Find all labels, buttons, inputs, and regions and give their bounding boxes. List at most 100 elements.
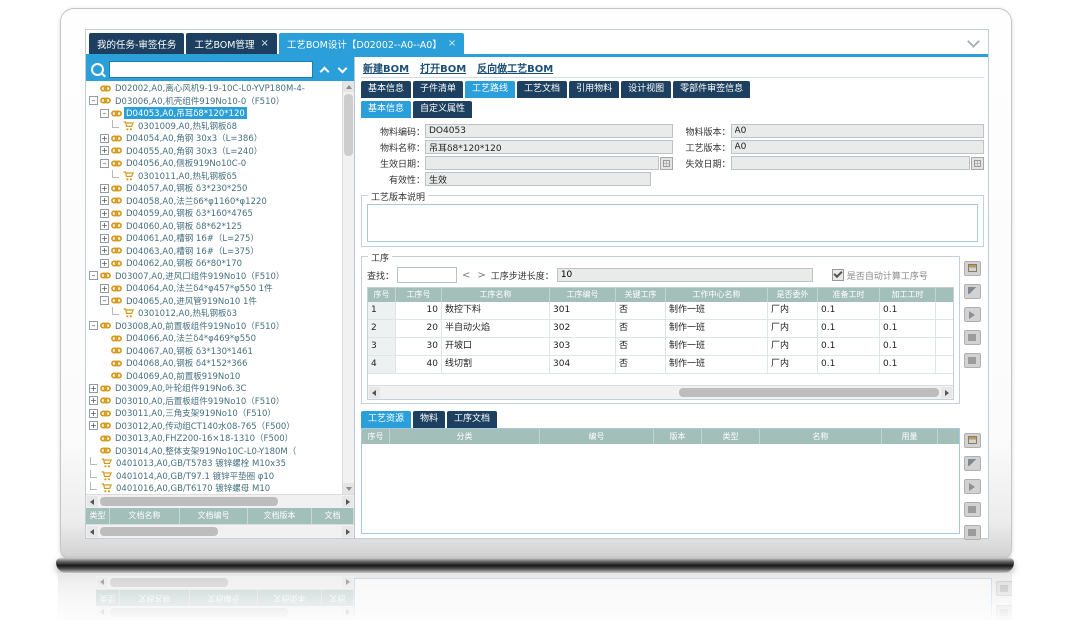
grid-icon[interactable] (964, 433, 981, 448)
expander-icon[interactable]: – (100, 109, 109, 118)
tree-item[interactable]: –D04053,A0,吊耳δ8*120*120 (86, 107, 342, 120)
tree-item[interactable]: 0401016,A0,GB/T6170 镀锌螺母 M10 (86, 482, 342, 494)
tree-item[interactable]: +D03011,A0,三角支架919No10（F510） (86, 407, 342, 420)
version-note-textarea[interactable] (367, 204, 978, 242)
expander-icon[interactable]: + (100, 134, 109, 143)
tree-item[interactable]: D04067,A0,钢板 δ3*130*1461 (86, 345, 342, 358)
step-length-input[interactable] (557, 268, 813, 282)
square-icon[interactable] (964, 525, 981, 540)
tab[interactable]: 设计视图 (621, 81, 671, 98)
tree-horizontal-scrollbar[interactable] (86, 494, 354, 508)
square-icon[interactable] (964, 353, 981, 368)
tree-item[interactable]: +D04054,A0,角钢 30x3（L=386） (86, 132, 342, 145)
expander-icon[interactable]: + (89, 384, 98, 393)
window-tab[interactable]: 我的任务-审签任务 (89, 33, 184, 54)
tree-item[interactable]: +D04063,A0,槽钢 16#（L=375） (86, 245, 342, 258)
tree-item[interactable]: D03013,A0,FHZ200-16×18-1310（F500） (86, 432, 342, 445)
scroll-right-icon[interactable] (941, 387, 952, 398)
tree-item[interactable]: +D03012,A0,传动组CT140水08-765（F500） (86, 420, 342, 433)
tree-item[interactable]: 0301012,A0,热轧钢板δ3 (86, 307, 342, 320)
tree-item[interactable]: D04068,A0,钢板 δ4*152*366 (86, 357, 342, 370)
tree-item[interactable]: +D04060,A0,钢板 δ8*62*125 (86, 220, 342, 233)
material-name-field[interactable] (425, 140, 673, 154)
validity-field[interactable] (425, 172, 651, 186)
expander-icon[interactable]: + (100, 259, 109, 268)
tab[interactable]: 引用物料 (569, 81, 619, 98)
tab[interactable]: 工序文档 (447, 411, 497, 428)
close-icon[interactable]: × (260, 39, 268, 49)
bom-link[interactable]: 新建BOM (363, 60, 409, 75)
tree-item[interactable]: +D04055,A0,角钢 30x3（L=240） (86, 145, 342, 158)
process-version-field[interactable] (731, 140, 985, 154)
tree-search-input[interactable] (109, 61, 313, 78)
tree-vertical-scrollbar[interactable] (342, 81, 354, 494)
expander-icon[interactable]: + (89, 409, 98, 418)
tree-item[interactable]: 0301009,A0,热轧钢板δ8 (86, 120, 342, 133)
calendar-icon[interactable] (971, 157, 984, 170)
tree-item[interactable]: –D03006,A0,机壳组件919No10-0（F510） (86, 95, 342, 108)
doc-horizontal-scrollbar[interactable] (86, 524, 354, 538)
scroll-right-icon[interactable] (342, 526, 353, 537)
expander-icon[interactable]: + (100, 221, 109, 230)
tree-item[interactable]: 0301011,A0,热轧钢板δ5 (86, 170, 342, 183)
expander-icon[interactable]: + (100, 234, 109, 243)
scrollbar-thumb[interactable] (679, 388, 939, 397)
triangle-icon[interactable] (964, 307, 981, 322)
close-icon[interactable]: × (448, 39, 456, 49)
grid-icon[interactable] (964, 261, 981, 276)
expander-icon[interactable]: – (89, 271, 98, 280)
bom-link[interactable]: 反向做工艺BOM (477, 60, 553, 75)
square-icon[interactable] (964, 502, 981, 517)
square-icon[interactable] (964, 330, 981, 345)
tree-item[interactable]: +D04058,A0,法兰δ6*φ1160*φ1220 (86, 195, 342, 208)
find-prev-icon[interactable]: < (460, 270, 472, 281)
auto-calc-checkbox[interactable] (832, 269, 844, 281)
expander-icon[interactable]: + (100, 184, 109, 193)
material-version-field[interactable] (731, 124, 985, 138)
tab[interactable]: 零部件审签信息 (673, 81, 750, 98)
scrollbar-thumb[interactable] (100, 497, 278, 506)
scroll-down-icon[interactable] (343, 483, 354, 494)
scroll-up-icon[interactable] (343, 81, 354, 92)
search-next-icon[interactable] (336, 63, 349, 76)
window-tab[interactable]: 工艺BOM设计【D02002--A0--A0】× (279, 33, 464, 54)
expander-icon[interactable]: + (100, 146, 109, 155)
scroll-left-icon[interactable] (369, 387, 380, 398)
calendar-icon[interactable] (660, 157, 673, 170)
tree-item[interactable]: 0401013,A0,GB/T5783 镀锌螺栓 M10x35 (86, 457, 342, 470)
tab[interactable]: 物料 (413, 411, 445, 428)
tree-item[interactable]: D04066,A0,法兰δ4*φ469*φ550 (86, 332, 342, 345)
expander-icon[interactable]: + (100, 284, 109, 293)
effective-date-field[interactable] (425, 156, 659, 170)
tree-item[interactable]: +D04061,A0,槽钢 16#（L=275） (86, 232, 342, 245)
table-row[interactable]: 220半自动火焰302否制作一班厂内0.10.1 (368, 320, 953, 338)
tree-item[interactable]: D03014,A0,整体支架919No10C-L0-Y180M（ (86, 445, 342, 458)
tab[interactable]: 子件清单 (413, 81, 463, 98)
tree-item[interactable]: –D03008,A0,前置板组件919No10（F510） (86, 320, 342, 333)
find-next-icon[interactable]: > (475, 270, 487, 281)
expander-icon[interactable]: + (89, 396, 98, 405)
tree-item[interactable]: +D04059,A0,钢板 δ3*160*4765 (86, 207, 342, 220)
table-row[interactable]: 330开坡口303否制作一班厂内0.10.1 (368, 338, 953, 356)
tree-item[interactable]: +D03009,A0,叶轮组件919No6.3C (86, 382, 342, 395)
tab[interactable]: 自定义属性 (413, 101, 472, 118)
table-row[interactable]: 440线切割304否制作一班厂内0.10.1 (368, 356, 953, 374)
tree-item[interactable]: –D03007,A0,进风口组件919No10（F510） (86, 270, 342, 283)
tab[interactable]: 基本信息 (361, 81, 411, 98)
tree-item[interactable]: D04069,A0,前置板919No10 (86, 370, 342, 383)
expander-icon[interactable]: – (100, 296, 109, 305)
tree-item[interactable]: +D04064,A0,法兰δ4*φ457*φ550 1件 (86, 282, 342, 295)
expander-icon[interactable]: + (100, 246, 109, 255)
scrollbar-thumb[interactable] (100, 527, 218, 536)
material-code-field[interactable] (425, 124, 673, 138)
scroll-left-icon[interactable] (87, 496, 98, 507)
flag-icon[interactable] (964, 456, 981, 471)
expander-icon[interactable]: – (100, 159, 109, 168)
tab[interactable]: 工艺资源 (361, 411, 411, 428)
expander-icon[interactable]: + (89, 421, 98, 430)
collapse-chevron-icon[interactable] (967, 35, 980, 48)
tree-item[interactable]: 0401014,A0,GB/T97.1 镀锌平垫圈 φ10 (86, 470, 342, 483)
scroll-left-icon[interactable] (87, 526, 98, 537)
expire-date-field[interactable] (731, 156, 971, 170)
flag-icon[interactable] (964, 284, 981, 299)
